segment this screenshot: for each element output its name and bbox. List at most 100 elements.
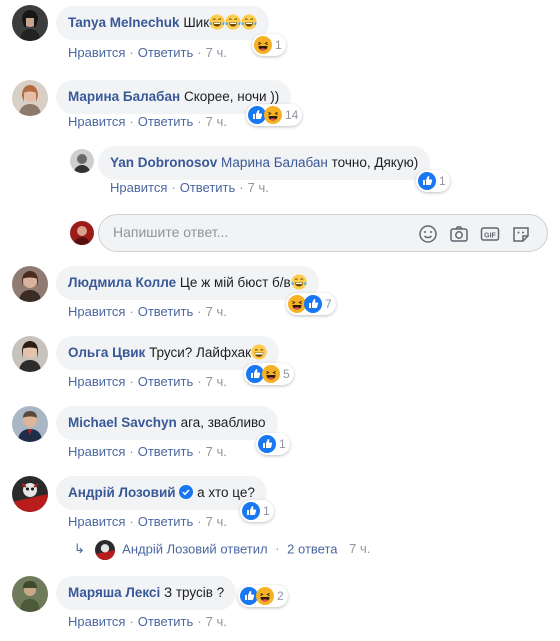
comment-bubble: Маряша Лексі З трусів ? (56, 576, 237, 610)
avatar (94, 540, 115, 560)
separator: · (197, 114, 202, 129)
like-reaction-icon (258, 435, 276, 453)
separator: · (129, 304, 134, 319)
timestamp[interactable]: 7 ч. (248, 180, 269, 195)
comment-text: а хто це? (197, 485, 255, 500)
like-reaction-icon (304, 295, 322, 313)
comment-actions: Нравится · Ответить · 7 ч. (68, 114, 227, 129)
timestamp[interactable]: 7 ч. (206, 304, 227, 319)
reply-link[interactable]: Ответить (138, 514, 194, 529)
view-replies-link[interactable]: ↳ Андрій Лозовий ответил · 2 ответа 7 ч. (74, 540, 370, 560)
haha-reaction-icon (262, 365, 280, 383)
reaction-summary[interactable]: 2 (238, 585, 288, 607)
separator: · (197, 304, 202, 319)
current-user-avatar (70, 221, 94, 245)
comment-text: Це ж мій бюст б/в (179, 275, 291, 290)
comment-actions: Нравится · Ответить · 7 ч. (68, 614, 227, 629)
reaction-summary[interactable]: 1 (240, 500, 274, 522)
svg-text:GIF: GIF (484, 233, 496, 240)
sticker-icon[interactable] (510, 223, 532, 245)
reply-link[interactable]: Ответить (138, 374, 194, 389)
separator: · (197, 444, 202, 459)
emoji-picker-icon[interactable] (417, 223, 439, 245)
like-link[interactable]: Нравится (68, 444, 125, 459)
reaction-summary[interactable]: 14 (246, 104, 303, 126)
reply-link[interactable]: Ответить (180, 180, 236, 195)
grin-emoji (251, 344, 267, 360)
gif-icon[interactable]: GIF (479, 223, 501, 245)
reaction-count: 1 (275, 38, 282, 52)
avatar[interactable] (12, 576, 48, 612)
haha-reaction-icon (264, 106, 282, 124)
like-link[interactable]: Нравится (68, 304, 125, 319)
timestamp[interactable]: 7 ч. (206, 374, 227, 389)
separator: · (129, 614, 134, 629)
comment-author[interactable]: Маряша Лексі (68, 585, 160, 600)
like-link[interactable]: Нравится (68, 45, 125, 60)
separator: · (129, 114, 134, 129)
timestamp[interactable]: 7 ч. (206, 614, 227, 629)
comment: Ольга Цвик Труси? Лайфхак Нравится · Ответ… (0, 334, 560, 394)
comment-author[interactable]: Ольга Цвик (68, 345, 145, 360)
reaction-count: 5 (283, 367, 290, 381)
timestamp[interactable]: 7 ч. (206, 114, 227, 129)
reply-link[interactable]: Ответить (138, 114, 194, 129)
like-link[interactable]: Нравится (68, 114, 125, 129)
reply-input[interactable] (113, 224, 403, 240)
separator: · (129, 45, 134, 60)
reply-link[interactable]: Ответить (138, 304, 194, 319)
separator: · (171, 180, 176, 195)
avatar[interactable] (12, 476, 48, 512)
comment-bubble: Tanya Melnechuk Шик (56, 6, 270, 40)
like-link[interactable]: Нравится (68, 614, 125, 629)
reaction-summary[interactable]: 7 (286, 293, 336, 315)
haha-reaction-icon (256, 587, 274, 605)
avatar[interactable] (12, 406, 48, 442)
reaction-summary[interactable]: 1 (252, 34, 286, 56)
comment-actions: Нравится · Ответить · 7 ч. (68, 304, 227, 319)
timestamp[interactable]: 7 ч. (206, 514, 227, 529)
comment-author[interactable]: Michael Savchyn (68, 415, 177, 430)
separator: · (129, 514, 134, 529)
reply-link[interactable]: Ответить (138, 444, 194, 459)
comment-author[interactable]: Андрій Лозовий (68, 485, 176, 500)
comment-text: точно, Дякую) (331, 155, 419, 170)
separator: · (197, 614, 202, 629)
comment-author[interactable]: Yan Dobronosov (110, 155, 217, 170)
like-reaction-icon (418, 172, 436, 190)
comment-text: Скорее, ночи )) (183, 89, 280, 104)
like-link[interactable]: Нравится (68, 514, 125, 529)
comment-actions: Нравится · Ответить · 7 ч. (68, 444, 227, 459)
reply-link[interactable]: Ответить (138, 614, 194, 629)
like-reaction-icon (242, 502, 260, 520)
camera-icon[interactable] (448, 223, 470, 245)
avatar[interactable] (12, 5, 48, 41)
timestamp[interactable]: 7 ч. (206, 45, 227, 60)
reaction-summary[interactable]: 1 (256, 433, 290, 455)
reaction-count: 14 (285, 108, 299, 122)
reaction-summary[interactable]: 1 (416, 170, 450, 192)
comment-text: ага, звабливо (180, 415, 266, 430)
comment-author[interactable]: Марина Балабан (68, 89, 180, 104)
comment: Tanya Melnechuk Шик Нравится · Ответить · 7 … (0, 0, 560, 68)
reply-arrow-icon: ↳ (74, 541, 85, 557)
haha-emoji (209, 14, 225, 30)
comment-author[interactable]: Людмила Колле (68, 275, 176, 290)
avatar[interactable] (12, 336, 48, 372)
comment-bubble: Андрій Лозовий а хто це? (56, 476, 267, 510)
reaction-summary[interactable]: 5 (244, 363, 294, 385)
comment-actions: Нравится · Ответить · 7 ч. (68, 45, 227, 60)
timestamp: 7 ч. (349, 541, 371, 557)
avatar[interactable] (12, 266, 48, 302)
comment-author[interactable]: Tanya Melnechuk (68, 15, 180, 30)
timestamp[interactable]: 7 ч. (206, 444, 227, 459)
reply-box[interactable]: GIF (98, 214, 548, 252)
separator: · (197, 45, 202, 60)
like-link[interactable]: Нравится (68, 374, 125, 389)
avatar[interactable] (12, 80, 48, 116)
avatar[interactable] (70, 149, 94, 173)
comment-actions: Нравится · Ответить · 7 ч. (68, 514, 227, 529)
mention-link[interactable]: Марина Балабан (221, 155, 328, 170)
like-link[interactable]: Нравится (110, 180, 167, 195)
reply-link[interactable]: Ответить (138, 45, 194, 60)
